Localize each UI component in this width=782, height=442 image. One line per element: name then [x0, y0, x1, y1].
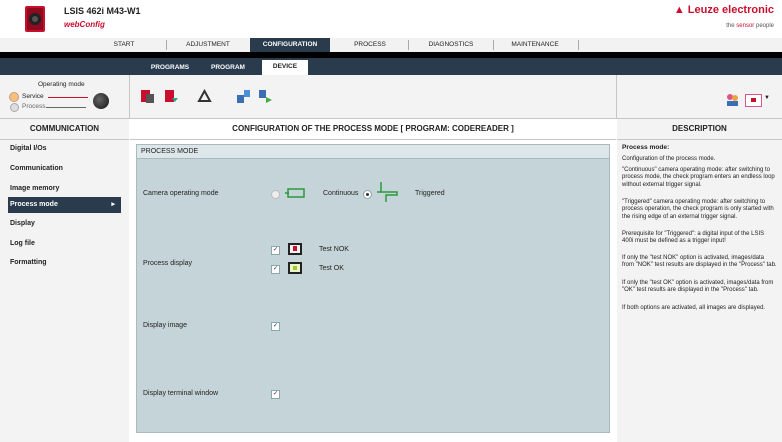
ok-image-icon [288, 262, 302, 274]
tab-diagnostics[interactable]: DIAGNOSTICS [412, 38, 490, 52]
display-image-label: Display image [143, 322, 187, 329]
mode-line [46, 107, 86, 108]
device-red-icon[interactable] [140, 89, 155, 104]
sidebar: COMMUNICATION Digital I/Os Communication… [0, 119, 129, 442]
terminal-window-label: Display terminal window [143, 390, 219, 397]
tab-adjustment[interactable]: ADJUSTMENT [170, 38, 246, 52]
test-nok-label: Test NOK [319, 246, 349, 253]
description-line: "Continuous" camera operating mode: afte… [622, 167, 775, 188]
description-heading: DESCRIPTION [617, 119, 782, 140]
brand-name: Leuze electronic [687, 4, 774, 16]
warning-triangle-icon: ▲ [673, 4, 685, 16]
description-line: If only the "test NOK" option is activat… [622, 255, 777, 269]
camera-logo-icon [25, 6, 45, 32]
sidebar-item-digital-ios[interactable]: Digital I/Os [10, 141, 125, 157]
continuous-radio[interactable] [271, 190, 280, 199]
sidebar-item-log-file[interactable]: Log file [10, 236, 125, 252]
service-led-icon [9, 92, 19, 102]
process-mode-panel: PROCESS MODE Camera operating mode Conti… [136, 144, 610, 433]
recycle-icon[interactable] [197, 89, 212, 104]
sidebar-item-communication[interactable]: Communication [10, 161, 125, 177]
tab-divider [578, 40, 579, 50]
tab-programs[interactable]: PROGRAMS [144, 61, 196, 75]
sidebar-item-formatting[interactable]: Formatting [10, 255, 125, 271]
continuous-label: Continuous [323, 190, 359, 197]
chevron-down-icon[interactable]: ▼ [764, 95, 770, 101]
description-panel: DESCRIPTION Process mode: Configuration … [617, 119, 782, 442]
sub-tab-band [0, 58, 782, 75]
sidebar-item-display[interactable]: Display [10, 216, 125, 232]
main-content: CONFIGURATION OF THE PROCESS MODE [ PROG… [130, 119, 616, 442]
operating-mode-title: Operating mode [38, 81, 85, 88]
triggered-label: Triggered [415, 190, 445, 197]
tab-start[interactable]: START [98, 38, 150, 52]
test-nok-checkbox[interactable]: ✓ [271, 246, 280, 255]
brand-logo: ▲ Leuze electronic [674, 4, 774, 16]
tab-program[interactable]: PROGRAM [205, 61, 251, 75]
tagline-pre: the [726, 23, 737, 29]
transfer-out-icon[interactable] [258, 89, 273, 104]
tagline-post: people [754, 23, 774, 29]
tab-maintenance[interactable]: MAINTENANCE [497, 38, 573, 52]
display-image-checkbox[interactable]: ✓ [271, 322, 280, 331]
tab-process[interactable]: PROCESS [335, 38, 405, 52]
page-title: CONFIGURATION OF THE PROCESS MODE [ PROG… [130, 119, 616, 140]
camera-mode-label: Camera operating mode [143, 190, 219, 197]
main-tab-bar: START ADJUSTMENT CONFIGURATION PROCESS D… [0, 38, 782, 53]
triggered-signal-icon [377, 182, 398, 202]
sidebar-heading: COMMUNICATION [0, 119, 129, 140]
process-label: Process [22, 103, 46, 110]
sub-tab-bar: PROGRAMS PROGRAM DEVICE [0, 52, 782, 75]
test-ok-label: Test OK [319, 265, 344, 272]
description-line: If both options are activated, all image… [622, 305, 766, 311]
description-title: Process mode: [622, 144, 670, 151]
toolbar-divider [616, 75, 617, 118]
tab-divider [166, 40, 167, 50]
description-line: "Triggered" camera operating mode: after… [622, 199, 774, 220]
triggered-radio[interactable] [363, 190, 372, 199]
tab-divider [493, 40, 494, 50]
chevron-right-icon: ▸ [111, 201, 115, 208]
tagline-accent: sensor [736, 23, 755, 29]
process-display-label: Process display [143, 260, 193, 267]
process-led-icon [10, 103, 19, 112]
nok-image-icon [288, 243, 302, 255]
sidebar-item-process-mode[interactable]: Process mode ▸ [8, 197, 121, 213]
terminal-window-checkbox[interactable]: ✓ [271, 390, 280, 399]
tab-configuration[interactable]: CONFIGURATION [250, 38, 330, 52]
product-title: LSIS 462i M43-W1 [64, 6, 141, 16]
description-line: Configuration of the process mode. [622, 156, 716, 162]
service-label: Service [22, 93, 44, 100]
brand-tagline: the sensor people [726, 23, 774, 29]
description-line: If only the "test OK" option is activate… [622, 280, 774, 294]
product-subtitle: webConfig [64, 20, 105, 29]
users-icon[interactable] [725, 92, 740, 107]
test-ok-checkbox[interactable]: ✓ [271, 265, 280, 274]
app-header: LSIS 462i M43-W1 webConfig ▲ Leuze elect… [0, 0, 782, 38]
toolbar-divider [129, 75, 130, 118]
panel-title: PROCESS MODE [137, 145, 609, 159]
tab-device[interactable]: DEVICE [262, 60, 308, 75]
mode-line [48, 97, 88, 98]
language-flag-icon[interactable] [745, 94, 762, 107]
tab-divider [408, 40, 409, 50]
description-line: Prerequisite for "Triggered": a digital … [622, 231, 765, 245]
device-upload-icon[interactable] [164, 89, 179, 104]
sidebar-item-image-memory[interactable]: Image memory [10, 181, 125, 197]
continuous-loop-icon [285, 188, 305, 198]
mode-switch-knob[interactable] [93, 93, 109, 109]
sidebar-item-label: Process mode [10, 201, 58, 208]
transfer-in-icon[interactable] [236, 89, 251, 104]
toolbar: Operating mode Service Process ▼ [0, 75, 782, 119]
